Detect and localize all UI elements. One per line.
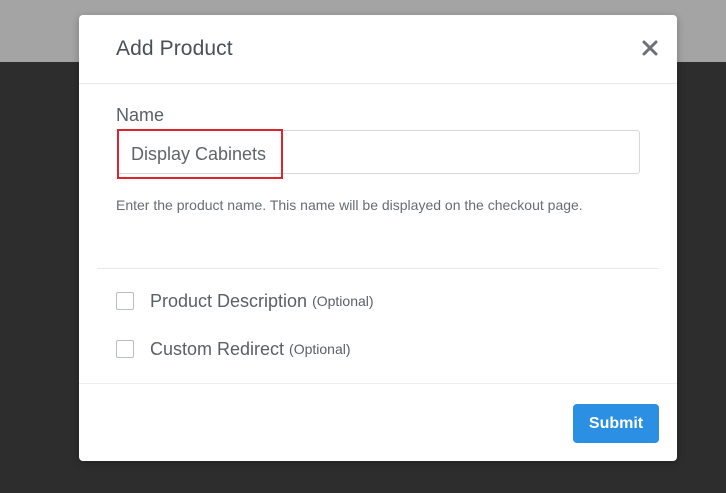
custom-redirect-label: Custom Redirect [150,338,285,359]
close-icon[interactable] [641,39,661,59]
name-help-text: Enter the product name. This name will b… [116,197,583,213]
modal-title: Add Product [116,37,233,60]
product-description-checkbox[interactable] [116,292,134,310]
name-label: Name [116,105,165,125]
section-divider [97,268,659,269]
product-name-value[interactable]: Display Cabinets [131,144,266,165]
footer-divider [79,383,677,384]
modal-header: Add Product [79,15,677,84]
product-description-option[interactable]: Product Description (Optional) [116,290,374,312]
custom-redirect-option[interactable]: Custom Redirect (Optional) [116,338,351,360]
submit-button[interactable]: Submit [573,404,659,443]
product-description-label: Product Description [150,290,308,311]
custom-redirect-checkbox[interactable] [116,340,134,358]
page: Add Product Name Display Cabinets Enter … [0,0,726,493]
custom-redirect-optional-tag: (Optional) [289,341,351,357]
product-description-optional-tag: (Optional) [312,293,374,309]
add-product-modal: Add Product Name Display Cabinets Enter … [79,15,677,461]
